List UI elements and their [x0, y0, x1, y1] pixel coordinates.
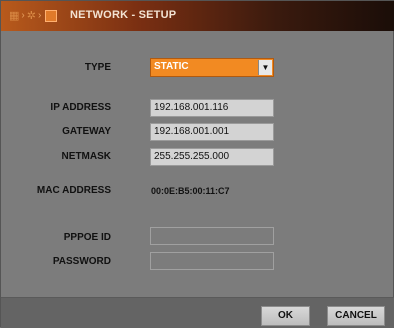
gateway-field[interactable]: 192.168.001.001: [150, 123, 274, 141]
pppoe-id-label: PPPOE ID: [63, 232, 111, 243]
network-icon: [45, 10, 58, 22]
pppoe-id-field[interactable]: [150, 227, 274, 245]
ok-button[interactable]: OK: [261, 306, 310, 326]
chevron-right-icon: ›: [37, 10, 42, 21]
cancel-button[interactable]: CANCEL: [327, 306, 385, 326]
mac-address-label: MAC ADDRESS: [36, 185, 111, 196]
type-label: TYPE: [84, 62, 111, 73]
title-bar: ▦ › ✲ › NETWORK - SETUP: [1, 1, 394, 31]
window-title: NETWORK - SETUP: [70, 9, 177, 21]
network-setup-window: ▦ › ✲ › NETWORK - SETUP TYPE STATIC ▼ IP…: [0, 0, 394, 328]
type-select-value: STATIC: [154, 61, 189, 72]
ip-address-label: IP ADDRESS: [50, 102, 111, 113]
grid-icon: ▦: [9, 10, 20, 22]
password-field[interactable]: [150, 252, 274, 270]
dropdown-arrow-icon[interactable]: ▼: [258, 60, 272, 75]
netmask-field[interactable]: 255.255.255.000: [150, 148, 274, 166]
netmask-label: NETMASK: [61, 151, 111, 162]
gear-icon: ✲: [26, 10, 36, 22]
mac-address-value: 00:0E:B5:00:11:C7: [151, 186, 230, 196]
chevron-right-icon: ›: [21, 10, 25, 21]
password-label: PASSWORD: [52, 256, 111, 267]
title-icons: ▦ › ✲ ›: [9, 9, 58, 23]
type-select[interactable]: STATIC ▼: [150, 58, 274, 77]
gateway-label: GATEWAY: [62, 126, 111, 137]
ip-address-field[interactable]: 192.168.001.116: [150, 99, 274, 117]
